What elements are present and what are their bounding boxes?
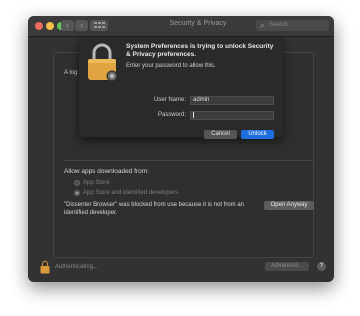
radio-app-store-label: App Store — [83, 180, 110, 186]
search-field[interactable]: ⌕ Search — [256, 20, 329, 31]
username-label: User Name: — [153, 97, 186, 103]
window-title: Security & Privacy — [169, 20, 227, 27]
show-all-grid-icon[interactable] — [90, 20, 108, 31]
text-caret — [193, 112, 194, 118]
cancel-button[interactable]: Cancel — [204, 130, 237, 139]
unlock-dialog: System Preferences is trying to unlock S… — [79, 37, 283, 139]
radio-app-store-identified[interactable] — [74, 190, 80, 196]
close-window-button[interactable] — [35, 22, 43, 30]
radio-app-store[interactable] — [74, 180, 80, 186]
allow-apps-title: Allow apps downloaded from: — [64, 168, 149, 175]
dialog-subtitle: Enter your password to allow this. — [126, 63, 216, 69]
search-placeholder: Search — [269, 22, 289, 28]
advanced-button[interactable]: Advanced... — [265, 262, 309, 271]
password-label: Password: — [157, 112, 186, 118]
help-button[interactable]: ? — [317, 262, 326, 271]
back-button[interactable]: ‹ — [61, 20, 74, 31]
authenticating-status: Authenticating... — [55, 264, 99, 270]
padlock-icon — [88, 43, 118, 81]
security-privacy-window: ‹ › Security & Privacy ⌕ Search A log Al… — [28, 16, 334, 282]
minimize-window-button[interactable] — [46, 22, 54, 30]
search-icon: ⌕ — [260, 21, 265, 30]
title-bar: ‹ › Security & Privacy ⌕ Search — [28, 16, 334, 37]
blocked-message: "Dissenter Browser" was blocked from use… — [64, 202, 244, 216]
dialog-title: System Preferences is trying to unlock S… — [126, 43, 274, 58]
open-anyway-button[interactable]: Open Anyway — [264, 201, 314, 210]
unlock-button[interactable]: Unlock — [241, 130, 274, 139]
login-text: A log — [64, 70, 78, 76]
radio-app-store-identified-label: App Store and identified developers — [83, 190, 179, 196]
password-field[interactable] — [190, 111, 274, 120]
username-field[interactable]: admin — [190, 96, 274, 105]
forward-button[interactable]: › — [75, 20, 88, 31]
section-divider — [64, 160, 314, 161]
lock-icon[interactable] — [40, 260, 50, 274]
